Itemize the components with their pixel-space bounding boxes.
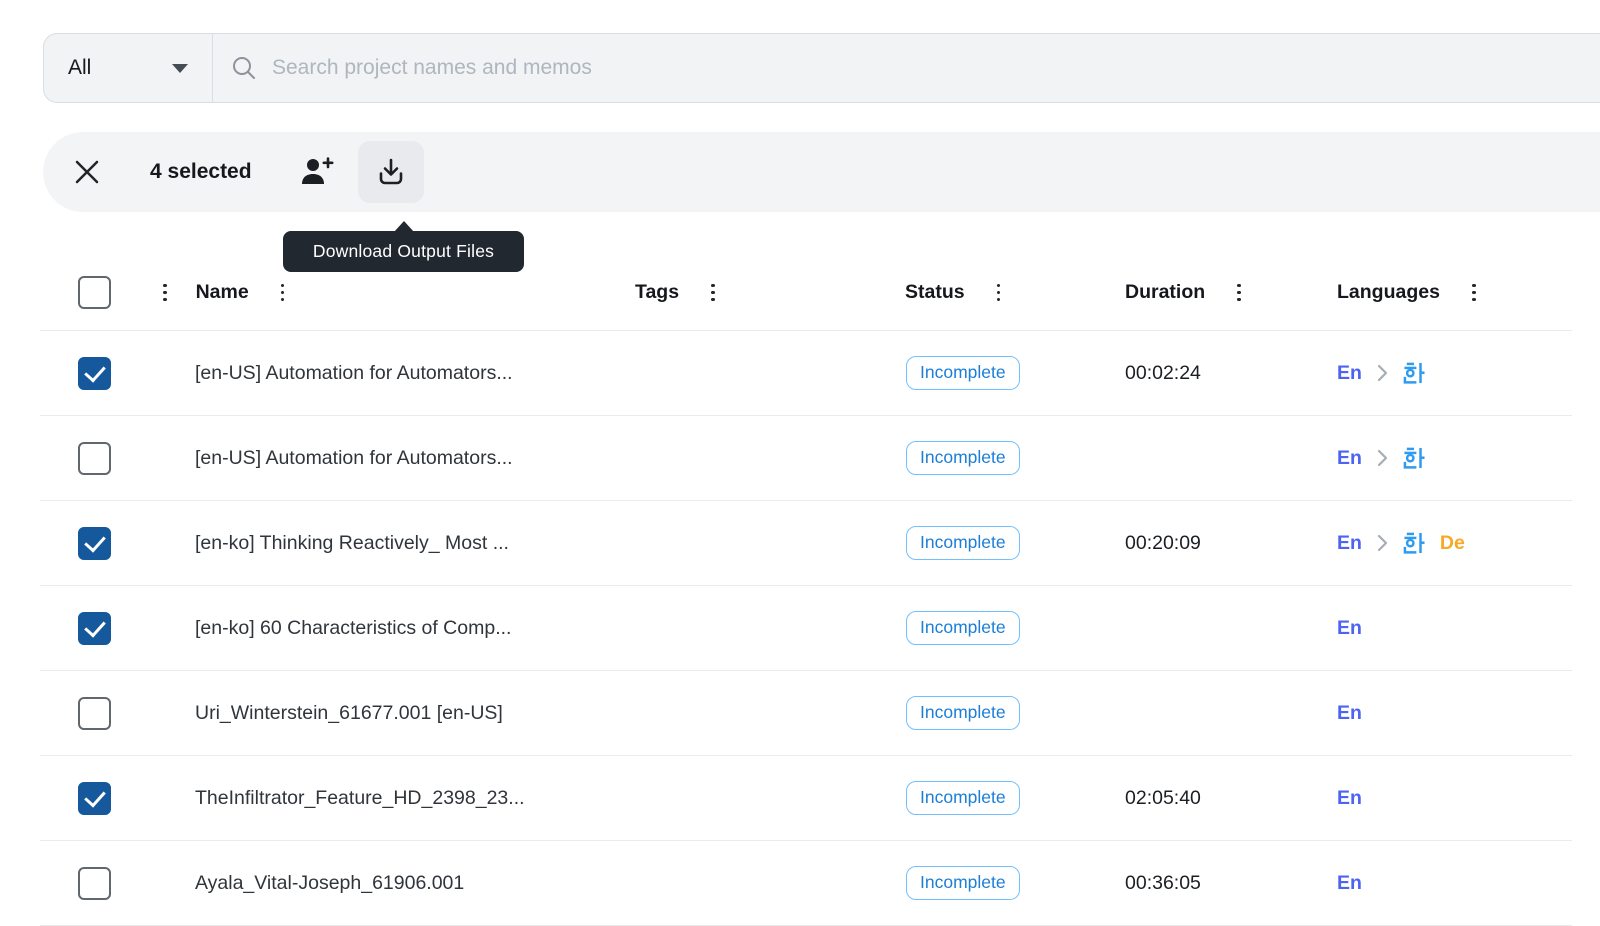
search-icon: [231, 55, 257, 81]
languages-cell: En: [1300, 702, 1572, 725]
table-row[interactable]: [en-US] Automation for Automators... Inc…: [40, 416, 1572, 501]
download-output-button[interactable]: [357, 141, 424, 203]
table-header: Name Tags Status Duration Languages: [40, 255, 1572, 331]
row-checkbox[interactable]: [78, 781, 111, 815]
chevron-right-icon: [1377, 449, 1388, 467]
select-all-checkbox[interactable]: [78, 276, 111, 309]
duration-value: 00:20:09: [1125, 531, 1201, 554]
table-row[interactable]: Ayala_Vital-Joseph_61906.001 Incomplete …: [40, 841, 1572, 926]
close-icon: [74, 159, 100, 185]
status-badge: Incomplete: [906, 441, 1020, 475]
filter-dropdown-value: All: [68, 56, 92, 79]
lang-label: En: [1337, 701, 1362, 724]
project-name: Ayala_Vital-Joseph_61906.001: [195, 871, 465, 894]
duration-value: 00:02:24: [1125, 361, 1201, 384]
lang-ko-icon: [1403, 532, 1425, 554]
project-name: [en-US] Automation for Automators...: [195, 446, 513, 469]
project-name: [en-US] Automation for Automators...: [195, 361, 513, 384]
status-badge: Incomplete: [906, 866, 1020, 900]
download-icon: [375, 156, 407, 188]
chevron-right-icon: [1377, 364, 1388, 382]
languages-cell: En: [1300, 787, 1572, 810]
column-header-tags: Tags: [635, 281, 680, 303]
row-checkbox[interactable]: [78, 441, 111, 475]
lang-label: En: [1337, 446, 1362, 469]
project-name: [en-ko] 60 Characteristics of Comp...: [195, 616, 512, 639]
table-row[interactable]: Uri_Winterstein_61677.001 [en-US] Incomp…: [40, 671, 1572, 756]
table-body: [en-US] Automation for Automators... Inc…: [40, 331, 1572, 926]
row-checkbox[interactable]: [78, 696, 111, 730]
tooltip-text: Download Output Files: [312, 241, 495, 261]
lang-label: En: [1337, 871, 1362, 894]
search-bar: All: [43, 33, 1600, 103]
checkbox-column-menu-icon[interactable]: [158, 279, 172, 307]
person-add-icon: [299, 155, 335, 189]
lang-label: En: [1337, 531, 1362, 554]
chevron-right-icon: [1377, 534, 1388, 552]
filter-dropdown[interactable]: All: [44, 34, 212, 102]
table-row[interactable]: [en-ko] 60 Characteristics of Comp... In…: [40, 586, 1572, 671]
projects-table: Name Tags Status Duration Languages [en-…: [40, 255, 1572, 926]
project-name: TheInfiltrator_Feature_HD_2398_23...: [195, 786, 525, 809]
table-row[interactable]: TheInfiltrator_Feature_HD_2398_23... Inc…: [40, 756, 1572, 841]
assign-user-button[interactable]: [299, 155, 335, 189]
lang-ko-icon: [1403, 447, 1425, 469]
row-checkbox[interactable]: [78, 526, 111, 560]
row-checkbox[interactable]: [78, 611, 111, 645]
column-header-languages: Languages: [1337, 281, 1440, 303]
languages-cell: En: [1300, 447, 1572, 470]
languages-cell: En: [1300, 362, 1572, 385]
status-badge: Incomplete: [906, 696, 1020, 730]
duration-value: 02:05:40: [1125, 786, 1201, 809]
languages-cell: En De: [1300, 532, 1572, 555]
column-header-duration: Duration: [1125, 281, 1206, 303]
project-name: [en-ko] Thinking Reactively_ Most ...: [195, 531, 509, 554]
selected-count: 4 selected: [150, 160, 252, 183]
name-column-menu-icon[interactable]: [276, 279, 290, 307]
project-name: Uri_Winterstein_61677.001 [en-US]: [195, 701, 503, 724]
chevron-down-icon: [172, 63, 188, 73]
duration-value: 00:36:05: [1125, 871, 1201, 894]
tooltip: Download Output Files: [283, 221, 524, 272]
languages-cell: En: [1300, 617, 1572, 640]
status-badge: Incomplete: [906, 611, 1020, 645]
table-row[interactable]: [en-US] Automation for Automators... Inc…: [40, 331, 1572, 416]
duration-column-menu-icon[interactable]: [1232, 279, 1246, 307]
status-badge: Incomplete: [906, 356, 1020, 390]
clear-selection-button[interactable]: [74, 159, 100, 185]
lang-label: En: [1337, 786, 1362, 809]
tags-column-menu-icon[interactable]: [706, 279, 720, 307]
column-header-name: Name: [195, 281, 249, 303]
lang-label: En: [1337, 616, 1362, 639]
search-input[interactable]: [270, 55, 1600, 81]
selection-toolbar: 4 selected: [43, 132, 1600, 212]
table-row[interactable]: [en-ko] Thinking Reactively_ Most ... In…: [40, 501, 1572, 586]
languages-cell: En: [1300, 872, 1572, 895]
languages-column-menu-icon[interactable]: [1467, 279, 1481, 307]
row-checkbox[interactable]: [78, 866, 111, 900]
lang-label: De: [1439, 531, 1465, 554]
status-badge: Incomplete: [906, 781, 1020, 815]
lang-ko-icon: [1403, 362, 1425, 384]
lang-label: En: [1337, 361, 1362, 384]
column-header-status: Status: [905, 281, 965, 303]
status-badge: Incomplete: [906, 526, 1020, 560]
row-checkbox[interactable]: [78, 356, 111, 390]
status-column-menu-icon[interactable]: [992, 279, 1006, 307]
